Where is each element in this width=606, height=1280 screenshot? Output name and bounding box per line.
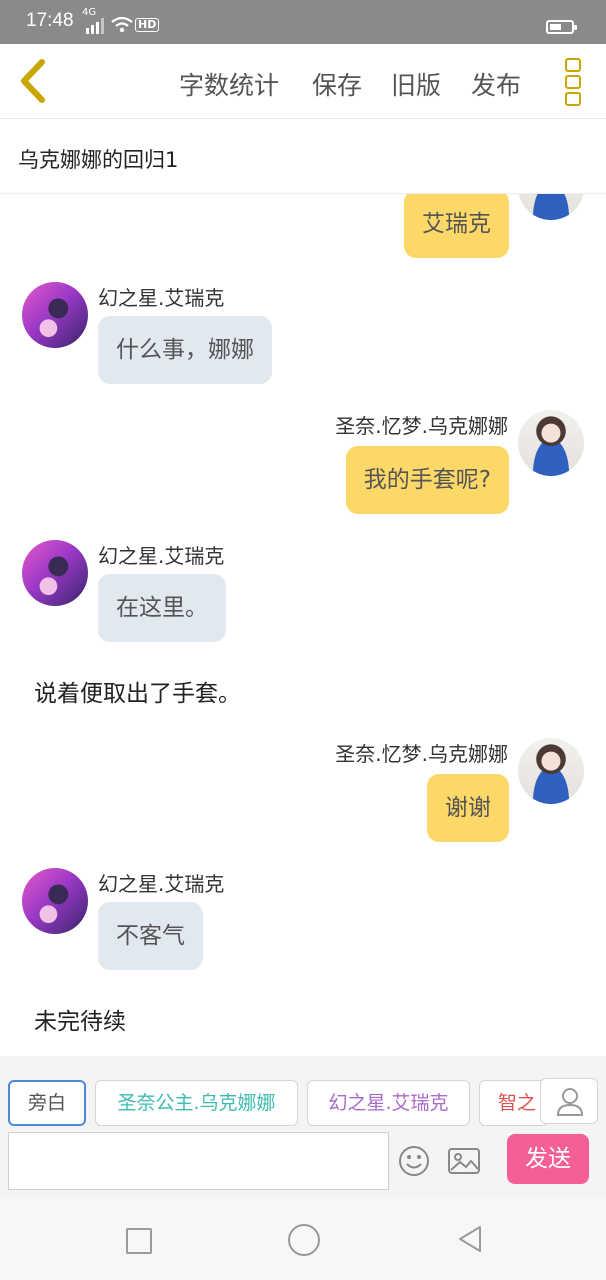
word-count-button[interactable]: 字数统计 [179, 66, 279, 102]
avatar[interactable] [22, 868, 88, 934]
image-icon[interactable] [448, 1147, 480, 1175]
back-icon[interactable] [16, 58, 50, 104]
role-chip-zhi[interactable]: 智之 [479, 1080, 549, 1126]
avatar[interactable] [518, 194, 584, 220]
avatar[interactable] [22, 282, 88, 348]
message-bubble[interactable]: 我的手套呢? [345, 446, 509, 514]
narration-text[interactable]: 未完待续 [34, 1002, 126, 1036]
role-chip-narrator[interactable]: 旁白 [8, 1080, 86, 1126]
old-version-button[interactable]: 旧版 [391, 66, 441, 102]
avatar[interactable] [22, 540, 88, 606]
toolbar: 字数统计 保存 旧版 发布 [0, 44, 606, 119]
role-chip-ukenana[interactable]: 圣奈公主.乌克娜娜 [95, 1080, 298, 1126]
wifi-icon [111, 16, 133, 33]
battery-icon [546, 20, 577, 34]
message-bubble[interactable]: 谢谢 [427, 774, 509, 842]
home-icon[interactable] [288, 1224, 320, 1256]
recents-icon[interactable] [126, 1228, 152, 1254]
message-bubble[interactable]: 在这里。 [98, 574, 226, 642]
message-bubble[interactable]: 艾瑞克 [404, 194, 509, 258]
save-button[interactable]: 保存 [312, 66, 362, 102]
message-input[interactable] [8, 1132, 389, 1190]
message-bubble[interactable]: 什么事，娜娜 [98, 316, 272, 384]
network-type: 4G [82, 7, 97, 18]
sender-name: 幻之星.艾瑞克 [98, 872, 225, 896]
publish-button[interactable]: 发布 [471, 66, 521, 102]
hd-badge: HD [135, 18, 160, 32]
message-bubble[interactable]: 不客气 [98, 902, 203, 970]
more-menu-icon[interactable] [562, 56, 584, 106]
chat-area[interactable]: 艾瑞克 幻之星.艾瑞克 什么事，娜娜 圣奈.忆梦.乌克娜娜 我的手套呢? 幻之星… [0, 194, 606, 1056]
status-bar: 17:48 4G HD [0, 0, 606, 44]
back-nav-icon[interactable] [456, 1224, 484, 1254]
signal-icon [86, 18, 104, 34]
status-time: 17:48 [26, 10, 74, 31]
story-title-bar: 乌克娜娜的回归1 [0, 119, 606, 194]
narration-text[interactable]: 说着便取出了手套。 [34, 674, 241, 708]
composer-area: 旁白 圣奈公主.乌克娜娜 幻之星.艾瑞克 智之 发送 [0, 1056, 606, 1198]
sender-name: 圣奈.忆梦.乌克娜娜 [335, 742, 508, 766]
emoji-icon[interactable] [398, 1145, 430, 1177]
sender-name: 幻之星.艾瑞克 [98, 286, 225, 310]
sender-name: 圣奈.忆梦.乌克娜娜 [335, 414, 508, 438]
sender-name: 幻之星.艾瑞克 [98, 544, 225, 568]
avatar[interactable] [518, 410, 584, 476]
role-chip-eric[interactable]: 幻之星.艾瑞克 [307, 1080, 470, 1126]
role-manager-button[interactable] [540, 1078, 598, 1124]
person-icon [556, 1088, 584, 1116]
system-nav-bar [0, 1198, 606, 1280]
avatar[interactable] [518, 738, 584, 804]
story-title[interactable]: 乌克娜娜的回归1 [18, 144, 178, 174]
send-button[interactable]: 发送 [507, 1134, 589, 1184]
